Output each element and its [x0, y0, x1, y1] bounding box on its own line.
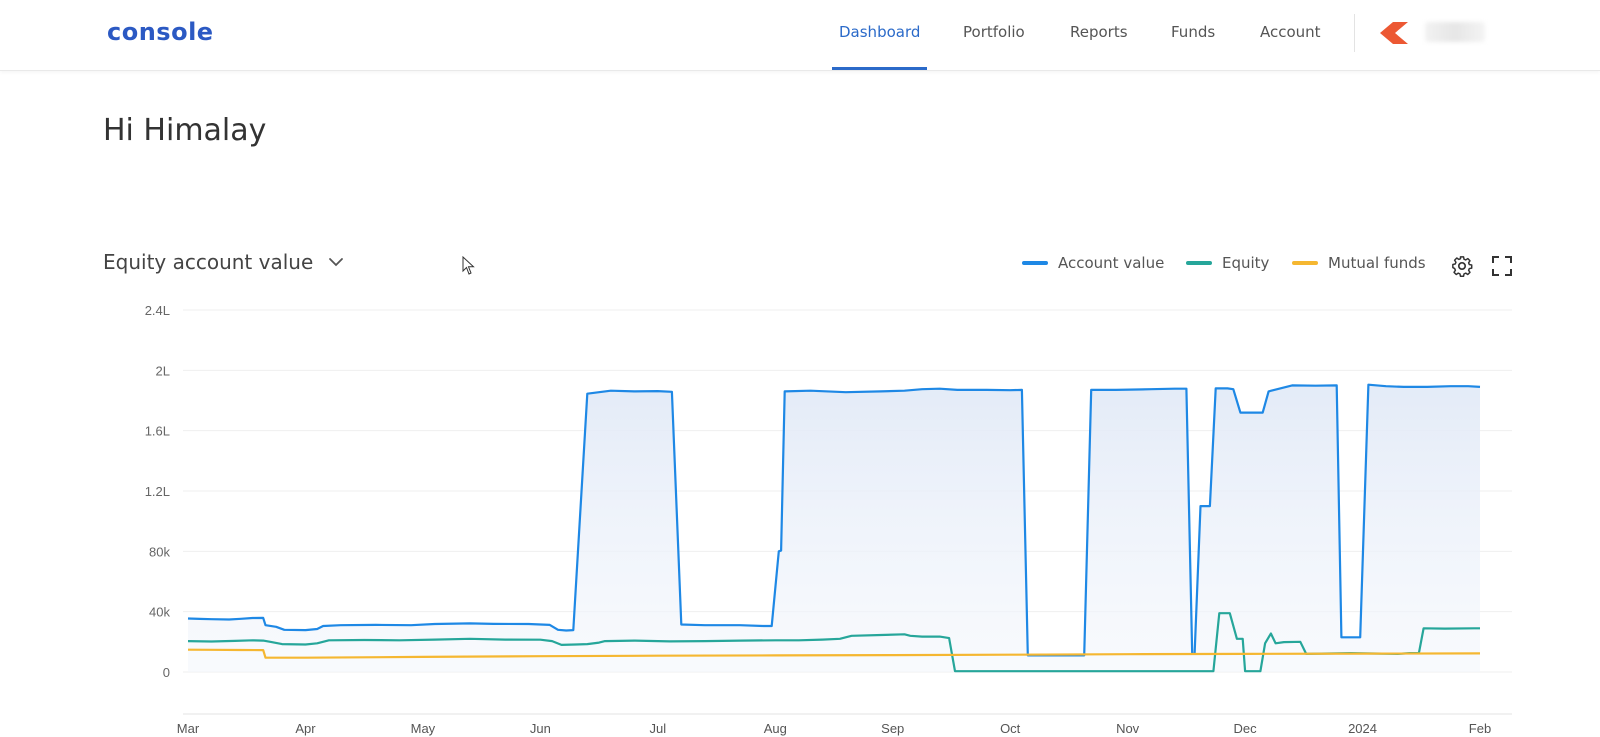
greeting: Hi Himalay — [103, 113, 267, 148]
x-axis-ticks: Mar Apr May Jun Jul Aug Sep Oct Nov Dec 2024 Feb — [177, 721, 1491, 736]
legend-label: Account value — [1058, 254, 1165, 272]
chart-area: 0 40k 80k 1.2L 1.6L 2L 2.4L Mar Apr May Jun Jul Aug… — [145, 303, 1512, 736]
legend-swatch — [1022, 261, 1048, 265]
y-tick-label: 1.6L — [145, 424, 170, 439]
legend-item-account-value[interactable]: Account value — [1022, 254, 1164, 272]
x-tick-label: May — [411, 721, 436, 736]
y-tick-label: 80k — [149, 544, 170, 559]
nav-funds[interactable]: Funds — [1171, 23, 1215, 41]
legend-item-mutual-funds[interactable]: Mutual funds — [1292, 254, 1426, 272]
x-tick-label: Dec — [1234, 721, 1258, 736]
chevron-down-icon — [329, 258, 344, 267]
gear-icon[interactable] — [1451, 255, 1473, 277]
legend-item-equity[interactable]: Equity — [1186, 254, 1269, 272]
x-tick-label: Apr — [295, 721, 316, 736]
y-tick-label: 1.2L — [145, 484, 170, 499]
top-bar: console Dashboard Portfolio Reports Fund… — [0, 0, 1600, 71]
y-tick-label: 2.4L — [145, 303, 170, 318]
chart-selector-label: Equity account value — [103, 250, 314, 274]
nav-divider — [1354, 14, 1355, 52]
user-id-blurred[interactable] — [1425, 22, 1485, 42]
chart-selector[interactable]: Equity account value — [103, 250, 345, 274]
x-tick-label: Jul — [650, 721, 667, 736]
console-logo[interactable]: console — [107, 18, 214, 46]
nav-portfolio[interactable]: Portfolio — [963, 23, 1025, 41]
chart-area-fills — [188, 384, 1480, 672]
legend-swatch — [1186, 261, 1212, 265]
y-tick-label: 2L — [156, 363, 170, 378]
mouse-cursor-icon — [462, 256, 475, 275]
y-tick-label: 40k — [149, 605, 170, 620]
x-tick-label: Feb — [1469, 721, 1491, 736]
active-tab-indicator — [832, 67, 927, 70]
y-axis-ticks: 0 40k 80k 1.2L 1.6L 2L 2.4L — [145, 303, 171, 680]
legend-label: Equity — [1222, 254, 1270, 272]
nav-reports[interactable]: Reports — [1070, 23, 1128, 41]
legend-label: Mutual funds — [1328, 254, 1426, 272]
series-area-account-value — [188, 384, 1480, 672]
x-tick-label: Oct — [1000, 721, 1021, 736]
x-tick-label: Mar — [177, 721, 200, 736]
nav-account[interactable]: Account — [1260, 23, 1321, 41]
fullscreen-icon[interactable] — [1491, 255, 1513, 277]
kite-logo-icon[interactable] — [1380, 22, 1410, 44]
nav-dashboard[interactable]: Dashboard — [839, 23, 920, 41]
x-tick-label: 2024 — [1348, 721, 1377, 736]
x-tick-label: Nov — [1116, 721, 1140, 736]
x-tick-label: Aug — [764, 721, 787, 736]
x-tick-label: Sep — [881, 721, 904, 736]
y-tick-label: 0 — [163, 665, 170, 680]
x-tick-label: Jun — [530, 721, 551, 736]
legend-swatch — [1292, 261, 1318, 265]
